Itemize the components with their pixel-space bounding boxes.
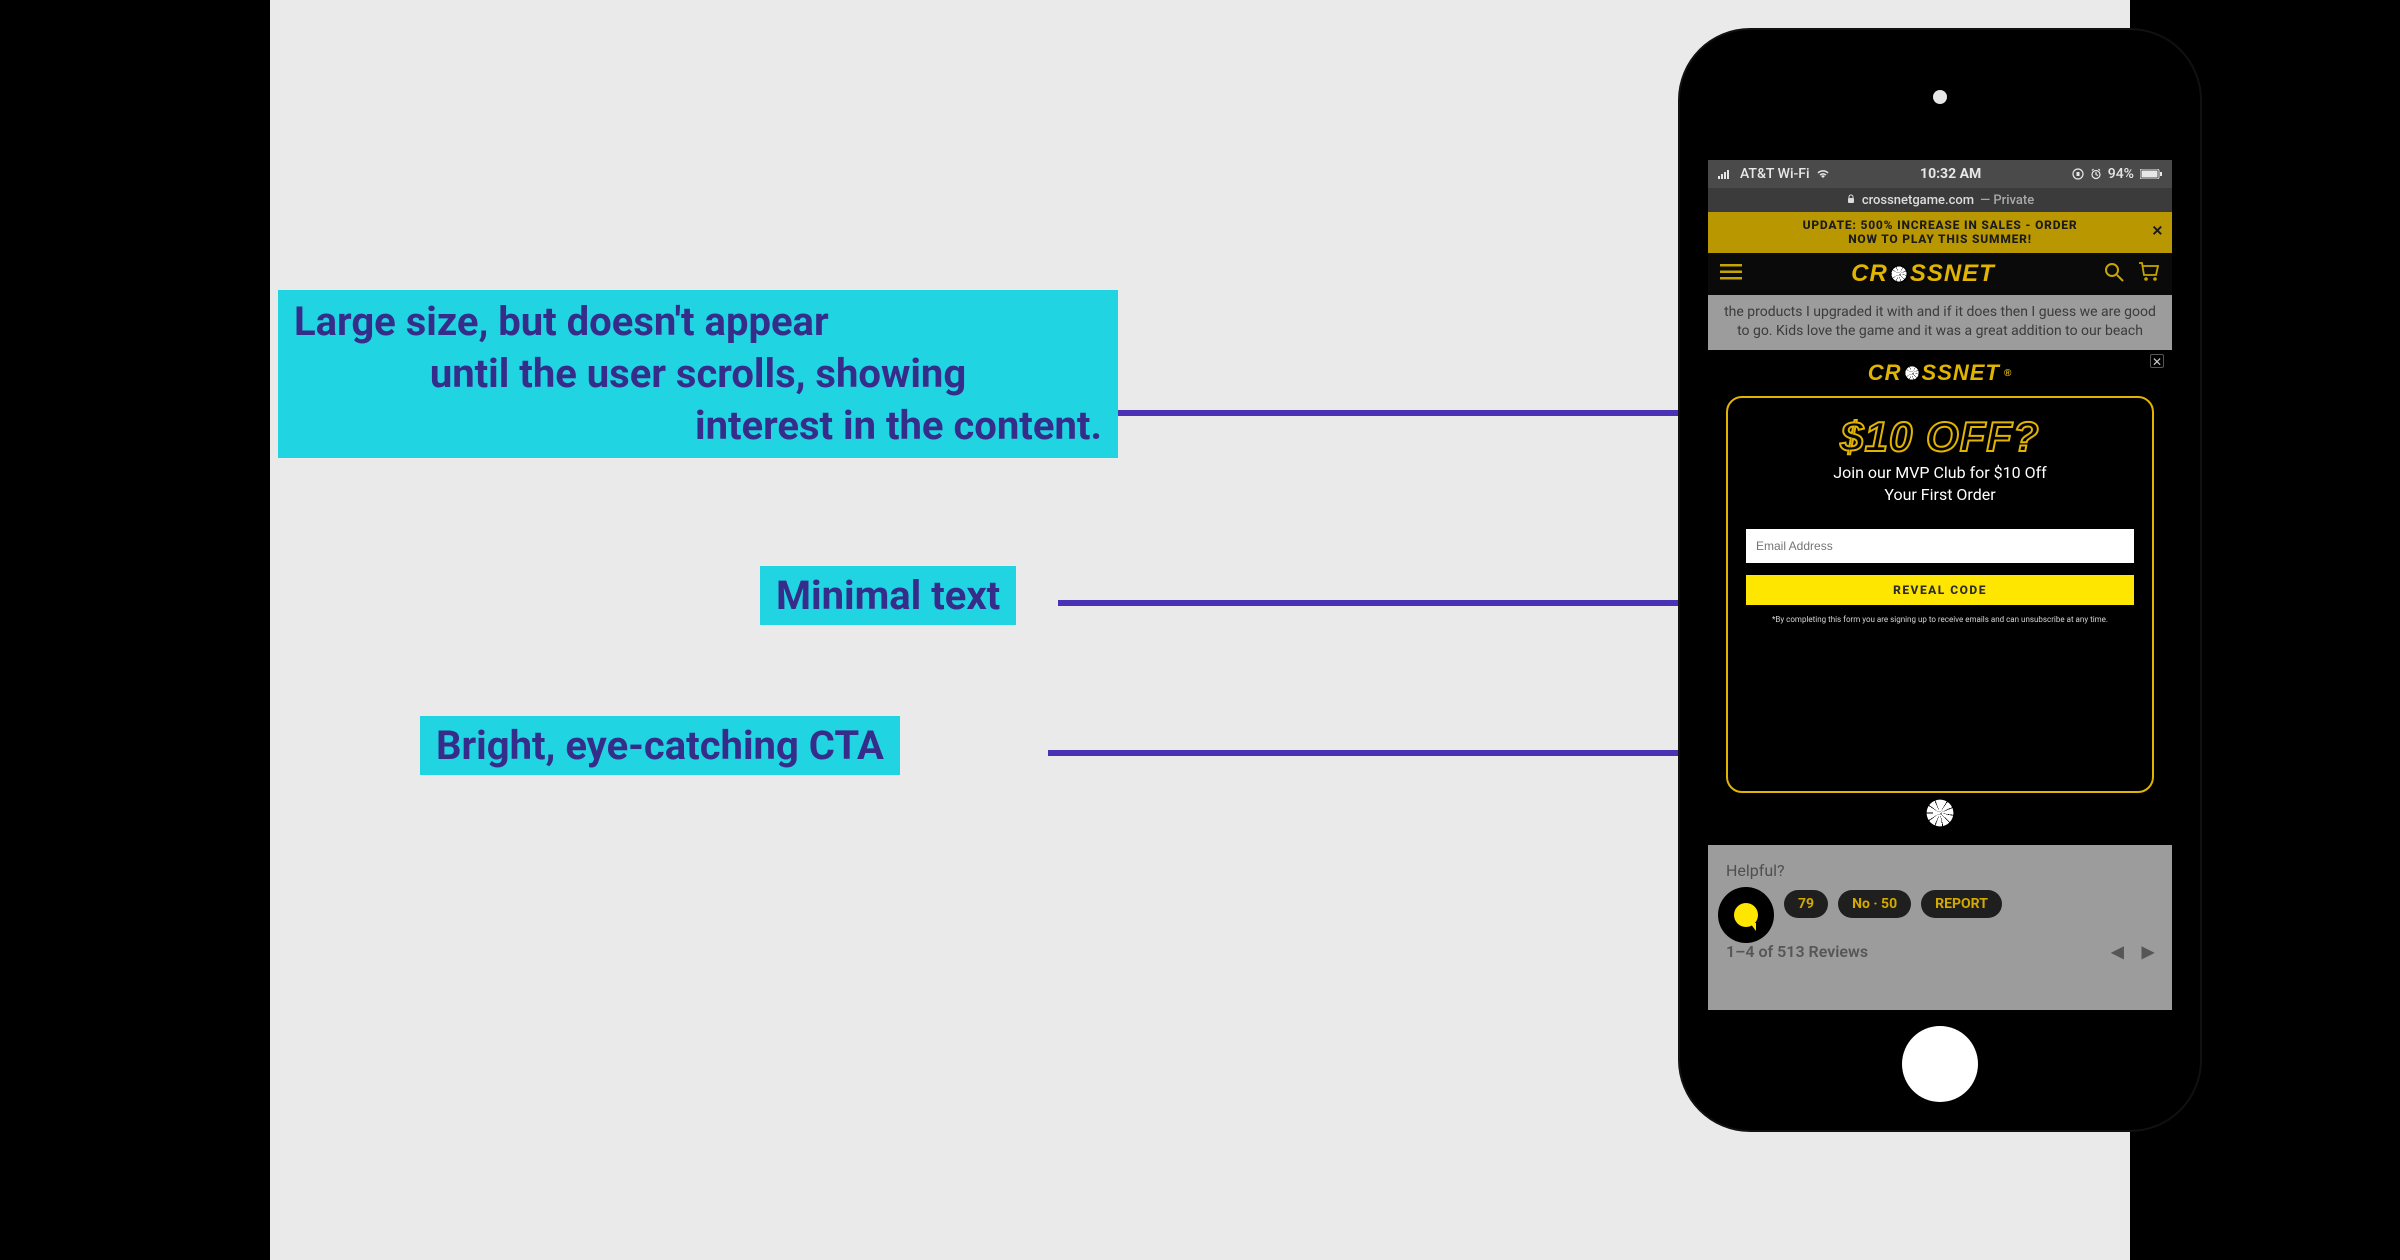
- annotation-3-text: Bright, eye-catching CTA: [420, 716, 900, 775]
- popup-logo: CR SSNET ®: [1708, 360, 2172, 386]
- alarm-icon: [2090, 168, 2102, 180]
- volleyball-icon: [1890, 265, 1908, 283]
- logo-post: SSNET: [1910, 260, 1995, 288]
- annotation-1-line3: interest in the content.: [294, 400, 1102, 452]
- site-logo[interactable]: CR SSNET: [1851, 260, 1995, 288]
- page-content: the products I upgraded it with and if i…: [1708, 295, 2172, 355]
- popup-subhead-line1: Join our MVP Club for $10 Off: [1833, 462, 2046, 484]
- promo-banner-line2: NOW TO PLAY THIS SUMMER!: [1734, 232, 2146, 246]
- registered-mark: ®: [2004, 368, 2012, 379]
- annotation-3-connector: [1048, 750, 1698, 756]
- status-bar: AT&T Wi-Fi 10:32 AM 94%: [1708, 160, 2172, 188]
- review-pager-label: 1–4 of 513 Reviews: [1726, 942, 1868, 961]
- annotation-3: Bright, eye-catching CTA: [420, 720, 900, 772]
- popup-volleyball-icon: [1922, 797, 1958, 833]
- popup-subhead-line2: Your First Order: [1833, 484, 2046, 506]
- url-host: crossnetgame.com: [1862, 193, 1974, 208]
- pager-prev-icon[interactable]: ◀: [2111, 942, 2123, 961]
- pager-next-icon[interactable]: ▶: [2142, 942, 2154, 961]
- popup-logo-post: SSNET: [1922, 360, 2000, 386]
- helpful-label: Helpful?: [1726, 861, 2154, 880]
- annotation-2-text: Minimal text: [760, 566, 1016, 625]
- report-pill[interactable]: REPORT: [1921, 890, 2002, 918]
- phone-speaker: [1933, 90, 1947, 104]
- carrier-label: AT&T Wi-Fi: [1740, 166, 1810, 182]
- home-button[interactable]: [1902, 1026, 1978, 1102]
- browser-url-bar[interactable]: crossnetgame.com — Private: [1708, 188, 2172, 212]
- url-private-label: — Private: [1980, 193, 2034, 208]
- lock-icon: [1846, 193, 1856, 208]
- popup-headline: $10 OFF?: [1840, 416, 2039, 458]
- search-icon[interactable]: [2104, 262, 2124, 286]
- helpful-yes-pill[interactable]: 79: [1784, 890, 1828, 918]
- popup-content-box: $10 OFF? Join our MVP Club for $10 Off Y…: [1726, 396, 2154, 793]
- annotation-2-connector: [1058, 600, 1698, 606]
- reveal-code-button[interactable]: REVEAL CODE: [1746, 575, 2134, 605]
- annotation-1-connector: [1118, 410, 1698, 416]
- chat-widget-button[interactable]: [1718, 887, 1774, 943]
- popup-logo-pre: CR: [1868, 360, 1902, 386]
- popup-disclaimer: *By completing this form you are signing…: [1772, 615, 2108, 624]
- signal-icon: [1718, 169, 1734, 179]
- battery-icon: [2140, 169, 2162, 179]
- phone-screen: AT&T Wi-Fi 10:32 AM 94%: [1708, 160, 2172, 1010]
- helpful-no-pill[interactable]: No · 50: [1838, 890, 1911, 918]
- annotation-1-line2: until the user scrolls, showing: [294, 348, 1102, 400]
- promo-banner-line1: UPDATE: 500% INCREASE IN SALES - ORDER: [1734, 218, 2146, 232]
- hamburger-icon[interactable]: [1720, 264, 1742, 284]
- annotation-2: Minimal text: [760, 570, 1016, 622]
- volleyball-icon: [1904, 365, 1920, 381]
- chat-icon: [1734, 903, 1758, 927]
- logo-pre: CR: [1851, 260, 1888, 288]
- cart-icon[interactable]: [2138, 262, 2160, 286]
- annotation-1-line1: Large size, but doesn't appear: [294, 296, 1102, 348]
- phone-frame: AT&T Wi-Fi 10:32 AM 94%: [1680, 30, 2200, 1130]
- email-input[interactable]: [1746, 529, 2134, 563]
- reviews-footer: Helpful? 79 No · 50 REPORT 1–4 of 513 Re…: [1708, 845, 2172, 1010]
- popup-close-button[interactable]: ✕: [2150, 354, 2164, 368]
- popup-subhead: Join our MVP Club for $10 Off Your First…: [1833, 462, 2046, 505]
- site-navbar: CR SSNET: [1708, 253, 2172, 295]
- volleyball-icon: [1924, 797, 1956, 829]
- promo-banner[interactable]: UPDATE: 500% INCREASE IN SALES - ORDER N…: [1708, 212, 2172, 253]
- promo-banner-close[interactable]: ✕: [2151, 224, 2164, 241]
- review-text: the products I upgraded it with and if i…: [1708, 295, 2172, 355]
- annotation-1: Large size, but doesn't appear until the…: [278, 290, 1118, 458]
- clock: 10:32 AM: [1920, 166, 1981, 182]
- orientation-lock-icon: [2072, 168, 2084, 180]
- popup-modal: ✕ CR SSNET ® $10 OFF? Join our MVP Club …: [1708, 350, 2172, 845]
- wifi-icon: [1816, 169, 1830, 179]
- battery-percent: 94%: [2108, 166, 2134, 182]
